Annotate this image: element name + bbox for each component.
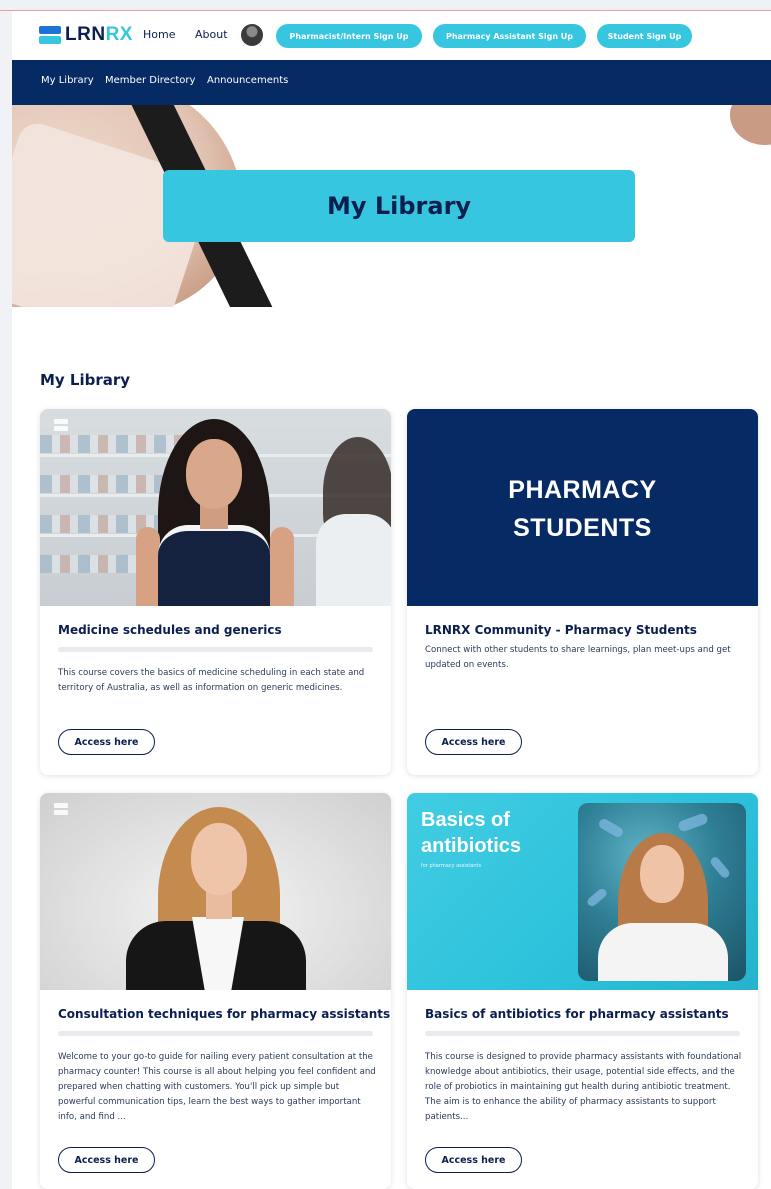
course-image[interactable]	[40, 793, 391, 990]
course-image[interactable]	[40, 409, 391, 606]
access-here-button[interactable]: Access here	[425, 1147, 522, 1173]
member-subnav: My Library Member Directory Announcement…	[12, 60, 771, 105]
pharmacy-assistant-signup-button[interactable]: Pharmacy Assistant Sign Up	[433, 24, 586, 48]
user-avatar[interactable]	[241, 24, 263, 46]
lrnrx-logo[interactable]: LRNRX	[39, 24, 133, 46]
course-title[interactable]: Consultation techniques for pharmacy ass…	[58, 1007, 390, 1021]
progress-bar	[58, 1031, 373, 1036]
hero-banner-area: My Library	[12, 105, 771, 307]
lrnrx-mark-icon	[54, 803, 68, 817]
nav-home-link[interactable]: Home	[143, 28, 175, 41]
course-card-pharmacy-students: PHARMACY STUDENTS LRNRX Community - Pharm…	[407, 409, 758, 775]
nav-about-link[interactable]: About	[195, 28, 228, 41]
lrnrx-mark-icon	[54, 419, 68, 433]
course-description: This course covers the basics of medicin…	[58, 668, 365, 693]
course-title[interactable]: Medicine schedules and generics	[58, 623, 282, 637]
presenter-photo	[578, 803, 746, 981]
site-header: LRNRX Home About Pharmacist/Intern Sign …	[12, 11, 771, 60]
page: LRNRX Home About Pharmacist/Intern Sign …	[12, 11, 771, 1189]
student-signup-button[interactable]: Student Sign Up	[597, 24, 692, 48]
access-here-button[interactable]: Access here	[58, 729, 155, 755]
logo-text: LRNRX	[65, 24, 133, 45]
course-title[interactable]: Basics of antibiotics for pharmacy assis…	[425, 1007, 729, 1021]
course-image[interactable]: PHARMACY STUDENTS	[407, 409, 758, 606]
course-description: This course is designed to provide pharm…	[425, 1052, 742, 1122]
course-description: Welcome to your go-to guide for nailing …	[58, 1052, 376, 1122]
pharmacist-intern-signup-button[interactable]: Pharmacist/Intern Sign Up	[276, 24, 422, 48]
course-card-basics-of-antibiotics: Basics of antibiotics for pharmacy assist…	[407, 793, 758, 1189]
access-here-button[interactable]: Access here	[58, 1147, 155, 1173]
image-heading: Basics of antibiotics	[421, 809, 522, 857]
course-description: Connect with other students to share lea…	[425, 645, 731, 670]
progress-bar	[425, 1031, 740, 1036]
subnav-my-library[interactable]: My Library	[41, 75, 94, 86]
logo-mark-icon	[39, 26, 61, 44]
progress-bar	[58, 647, 373, 652]
hero-hand-right-image	[730, 105, 771, 145]
browser-top-strip	[0, 0, 771, 10]
section-title: My Library	[40, 371, 131, 389]
subnav-member-directory[interactable]: Member Directory	[105, 75, 195, 86]
subnav-announcements[interactable]: Announcements	[207, 75, 288, 86]
image-heading: PHARMACY STUDENTS	[508, 476, 657, 542]
course-image[interactable]: Basics of antibiotics for pharmacy assist…	[407, 793, 758, 990]
course-card-consultation-techniques: Consultation techniques for pharmacy ass…	[40, 793, 391, 1189]
image-subheading: for pharmacy assistants	[421, 863, 482, 869]
access-here-button[interactable]: Access here	[425, 729, 522, 755]
course-card-medicine-schedules: Medicine schedules and generics This cou…	[40, 409, 391, 775]
course-title[interactable]: LRNRX Community - Pharmacy Students	[425, 623, 697, 637]
hero-title: My Library	[163, 170, 635, 242]
